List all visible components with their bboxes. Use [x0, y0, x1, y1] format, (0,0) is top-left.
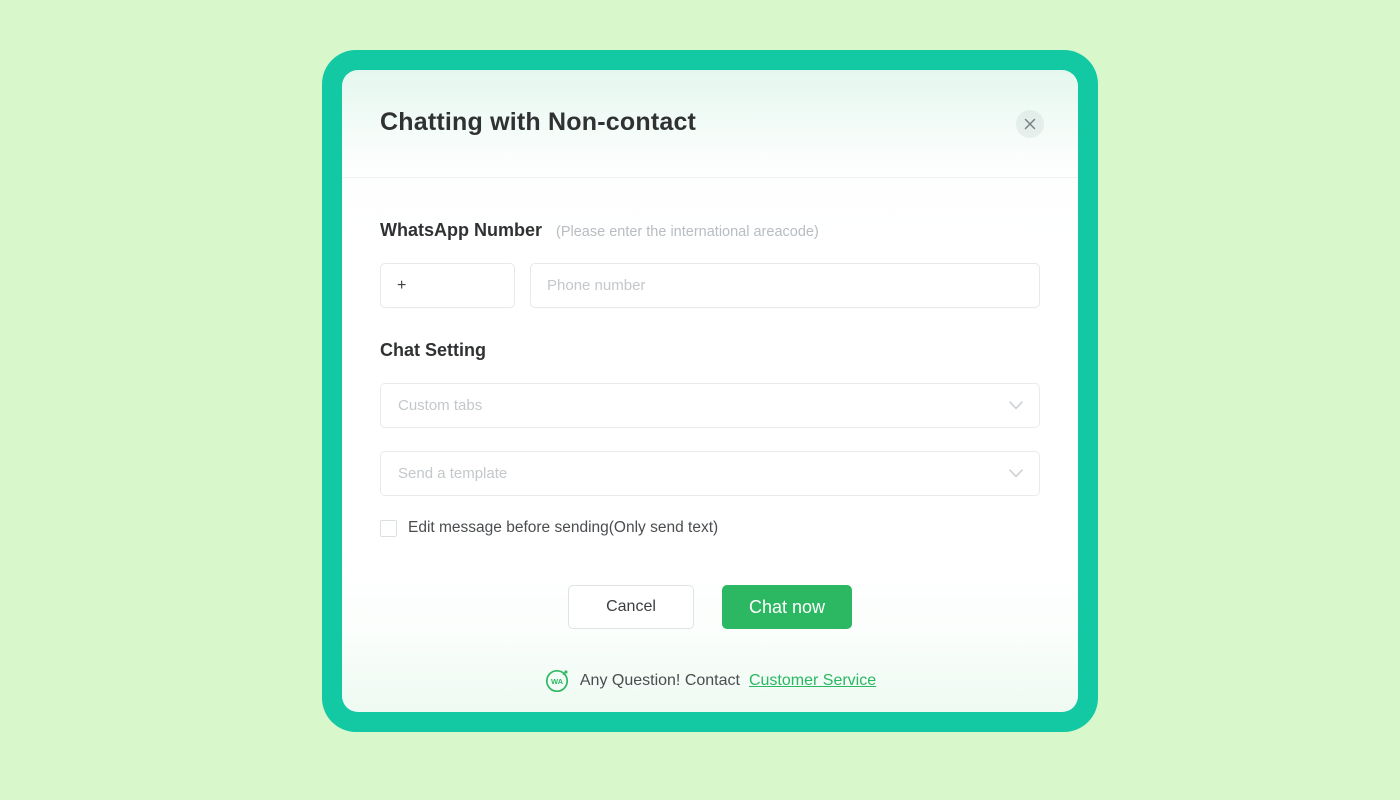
custom-tabs-placeholder: Custom tabs — [398, 397, 483, 414]
chevron-down-icon — [1009, 401, 1023, 410]
custom-tabs-select[interactable]: Custom tabs — [380, 383, 1040, 428]
country-code-input[interactable]: + — [380, 263, 515, 308]
whatsapp-number-hint: (Please enter the international areacode… — [556, 224, 819, 240]
edit-message-checkbox[interactable] — [380, 519, 397, 537]
edit-message-checkbox-row[interactable]: Edit message before sending(Only send te… — [380, 519, 1040, 537]
chatting-with-non-contact-dialog: Chatting with Non-contact WhatsApp Numbe… — [342, 70, 1078, 712]
close-icon — [1024, 118, 1036, 130]
send-a-template-placeholder: Send a template — [398, 465, 508, 482]
dialog-outer-frame: Chatting with Non-contact WhatsApp Numbe… — [322, 50, 1098, 732]
customer-service-link[interactable]: Customer Service — [749, 672, 876, 690]
page-title: Chatting with Non-contact — [380, 108, 697, 136]
phone-number-input[interactable]: Phone number — [530, 263, 1040, 308]
whatsapp-assistant-logo-icon: WA — [545, 669, 568, 693]
edit-message-checkbox-label[interactable]: Edit message before sending(Only send te… — [408, 519, 718, 537]
dialog-body: WhatsApp Number (Please enter the intern… — [342, 178, 1078, 694]
whatsapp-number-label-row: WhatsApp Number (Please enter the intern… — [380, 220, 1040, 241]
send-a-template-select[interactable]: Send a template — [380, 451, 1040, 496]
svg-text:WA: WA — [551, 677, 564, 686]
help-text: Any Question! Contact — [579, 671, 740, 689]
phone-number-placeholder: Phone number — [547, 277, 646, 294]
chat-setting-title: Chat Setting — [380, 340, 486, 360]
dialog-header: Chatting with Non-contact — [342, 70, 1078, 178]
close-button[interactable] — [1016, 110, 1044, 138]
whatsapp-number-label: WhatsApp Number — [380, 220, 542, 240]
chevron-down-icon — [1009, 469, 1023, 478]
phone-input-row: + Phone number — [380, 263, 1040, 308]
country-code-value: + — [397, 276, 407, 294]
help-footer: WA Any Question! Contact Customer Servic… — [380, 667, 1040, 694]
chat-now-button[interactable]: Chat now — [722, 585, 852, 629]
dialog-action-row: Cancel Chat now — [380, 585, 1040, 629]
cancel-button[interactable]: Cancel — [568, 585, 694, 629]
